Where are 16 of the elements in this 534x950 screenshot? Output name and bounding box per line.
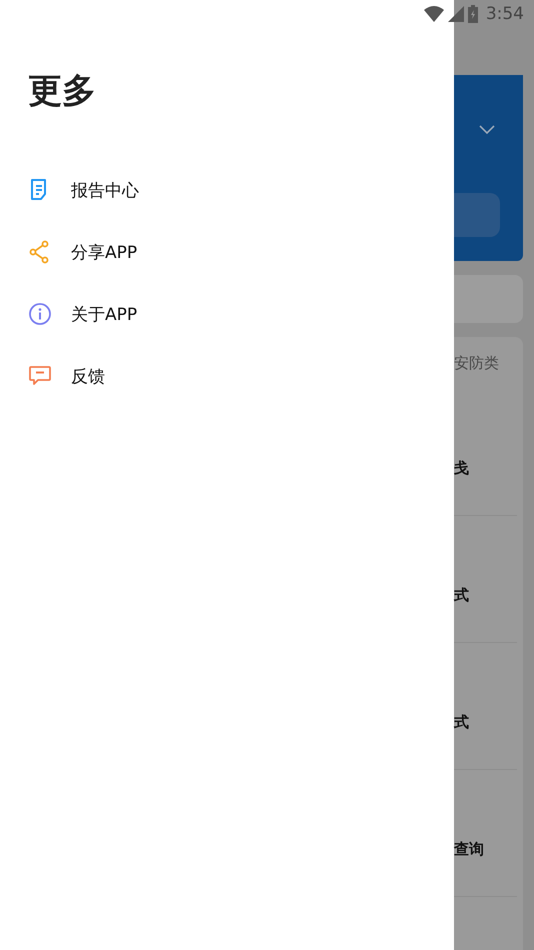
signal-icon bbox=[448, 6, 464, 22]
menu-item[interactable]: 反馈 bbox=[0, 345, 454, 407]
notice-card bbox=[454, 275, 523, 323]
wifi-icon bbox=[424, 6, 444, 22]
battery-icon bbox=[468, 5, 478, 23]
search-field[interactable] bbox=[454, 193, 500, 237]
list-item[interactable]: 式 bbox=[454, 516, 517, 643]
drawer-title: 更多 bbox=[27, 70, 97, 113]
list-item[interactable]: 戋 bbox=[454, 389, 517, 516]
list-item[interactable]: 式 bbox=[454, 643, 517, 770]
status-time: 3:54 bbox=[486, 4, 524, 24]
chevron-down-icon[interactable] bbox=[479, 125, 495, 135]
menu-item[interactable]: 分享APP bbox=[0, 221, 454, 283]
list-item[interactable]: 查询 bbox=[454, 770, 517, 897]
menu-item[interactable]: 关于APP bbox=[0, 283, 454, 345]
menu-item[interactable]: 报告中心 bbox=[0, 159, 454, 221]
